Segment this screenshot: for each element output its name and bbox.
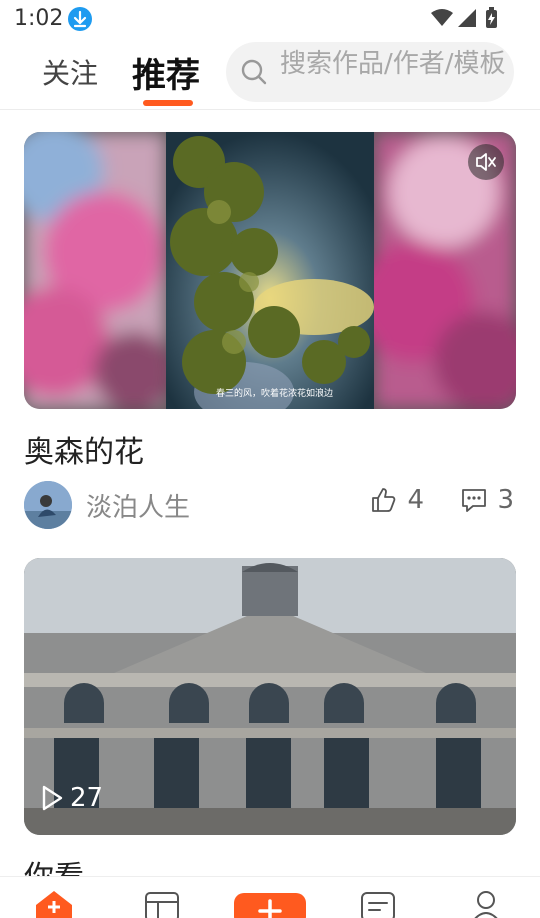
play-count: 27 [40, 783, 103, 813]
comment-count: 3 [497, 485, 514, 515]
thumbs-up-icon [372, 488, 396, 512]
tab-follow[interactable]: 关注 [42, 52, 98, 92]
battery-charging-icon [486, 7, 497, 28]
flower-tree-image [24, 132, 516, 409]
feed-card[interactable]: 27 [24, 558, 516, 835]
photo-thumbnail[interactable]: 27 [24, 558, 516, 835]
search-placeholder: 搜索作品/作者/模板 [280, 49, 506, 79]
author-name[interactable]: 淡泊人生 [86, 487, 190, 524]
templates-icon [145, 892, 179, 918]
wifi-icon [431, 9, 453, 26]
mute-button[interactable] [468, 144, 504, 180]
card-meta: 淡泊人生 4 3 [24, 479, 516, 539]
bottom-nav [0, 876, 540, 918]
nav-create-button[interactable] [234, 893, 306, 918]
messages-icon [361, 892, 395, 918]
nav-home[interactable] [34, 891, 74, 918]
author-avatar[interactable] [24, 481, 72, 529]
play-icon [42, 785, 63, 811]
nav-messages[interactable] [360, 891, 396, 918]
status-bar: 1:02 [0, 0, 540, 38]
nav-templates[interactable] [144, 891, 180, 918]
top-header: 关注 推荐 搜索作品/作者/模板 [0, 38, 540, 110]
profile-icon [474, 891, 498, 918]
comment-button[interactable]: 3 [459, 485, 514, 515]
like-count: 4 [407, 485, 424, 515]
feed-card[interactable]: 春三的风，吹着花浓花如浪边 奥森的花 淡泊人生 4 3 [24, 132, 516, 539]
search-input[interactable]: 搜索作品/作者/模板 [226, 42, 514, 102]
nav-profile[interactable] [470, 891, 502, 918]
video-subtitle: 春三的风，吹着花浓花如浪边 [216, 389, 334, 399]
play-count-value: 27 [70, 783, 104, 813]
muted-speaker-icon [476, 153, 496, 171]
video-thumbnail[interactable]: 春三的风，吹着花浓花如浪边 [24, 132, 516, 409]
comment-icon [462, 489, 487, 512]
download-badge-icon [68, 7, 92, 31]
cell-signal-icon [458, 9, 476, 27]
like-button[interactable]: 4 [369, 485, 424, 515]
tab-recommend[interactable]: 推荐 [132, 48, 200, 97]
status-icons [430, 7, 500, 33]
active-tab-indicator [143, 100, 193, 106]
home-icon [36, 891, 72, 918]
card-title[interactable]: 奥森的花 [24, 427, 516, 471]
status-time: 1:02 [14, 6, 64, 31]
create-icon [258, 899, 282, 918]
search-icon [240, 58, 268, 90]
